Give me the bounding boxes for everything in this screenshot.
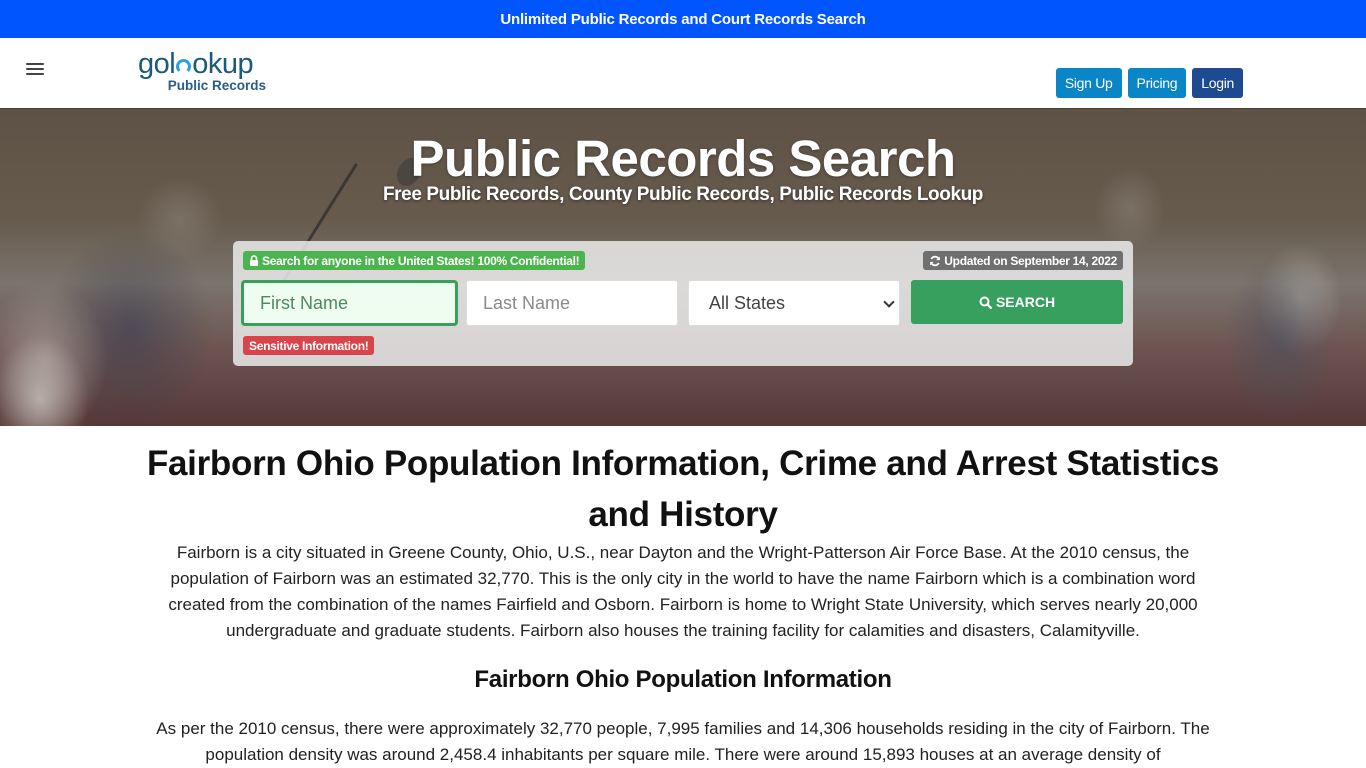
population-paragraph: As per the 2010 census, there were appro… bbox=[156, 719, 1210, 764]
logo-text-start: gol bbox=[138, 48, 176, 80]
login-button[interactable]: Login bbox=[1192, 68, 1243, 98]
logo-text-end: okup bbox=[192, 48, 254, 80]
nav-buttons: Sign Up Pricing Login bbox=[1055, 68, 1243, 98]
hero-banner: Public Records Search Free Public Record… bbox=[0, 109, 1366, 426]
pricing-button[interactable]: Pricing bbox=[1127, 68, 1187, 98]
promo-banner: Unlimited Public Records and Court Recor… bbox=[0, 0, 1366, 38]
confidential-badge-text: Search for anyone in the United States! … bbox=[262, 253, 580, 268]
logo-tagline: Public Records bbox=[167, 78, 266, 93]
refresh-icon bbox=[930, 255, 941, 266]
search-button[interactable]: SEARCH bbox=[911, 280, 1123, 324]
promo-banner-link[interactable]: Unlimited Public Records and Court Recor… bbox=[500, 11, 865, 28]
last-name-input[interactable] bbox=[466, 280, 678, 326]
hamburger-line bbox=[26, 63, 44, 65]
state-select[interactable]: All States bbox=[688, 280, 900, 326]
updated-badge: Updated on September 14, 2022 bbox=[923, 251, 1123, 270]
updated-badge-text: Updated on September 14, 2022 bbox=[944, 253, 1117, 268]
logo-wordmark: gol okup bbox=[138, 49, 270, 79]
main-content: Fairborn Ohio Population Information, Cr… bbox=[0, 438, 1366, 768]
sensitive-info-text: Sensitive Information! bbox=[249, 338, 369, 353]
confidential-badge: Search for anyone in the United States! … bbox=[243, 251, 586, 270]
navbar: gol okup Public Records Sign Up Pricing L… bbox=[0, 38, 1366, 109]
hamburger-line bbox=[26, 68, 44, 70]
state-select-value: All States bbox=[709, 292, 786, 313]
site-logo[interactable]: gol okup Public Records bbox=[138, 49, 270, 93]
hamburger-menu-icon[interactable] bbox=[26, 61, 44, 77]
first-name-input[interactable] bbox=[241, 280, 458, 326]
logo-ring-icon bbox=[176, 59, 192, 74]
hero-subtitle: Free Public Records, County Public Recor… bbox=[382, 184, 984, 205]
lock-icon bbox=[250, 255, 258, 266]
sign-up-button[interactable]: Sign Up bbox=[1055, 68, 1122, 98]
hero-title: Public Records Search bbox=[410, 130, 956, 187]
page-title: Fairborn Ohio Population Information, Cr… bbox=[146, 444, 1220, 534]
search-icon bbox=[979, 296, 992, 309]
intro-paragraph: Fairborn is a city situated in Greene Co… bbox=[168, 543, 1198, 640]
hamburger-line bbox=[26, 73, 44, 75]
sensitive-info-badge: Sensitive Information! bbox=[243, 336, 375, 355]
population-section-title: Fairborn Ohio Population Information bbox=[474, 666, 892, 693]
search-button-label: SEARCH bbox=[995, 294, 1056, 310]
search-form: Search for anyone in the United States! … bbox=[233, 241, 1133, 366]
